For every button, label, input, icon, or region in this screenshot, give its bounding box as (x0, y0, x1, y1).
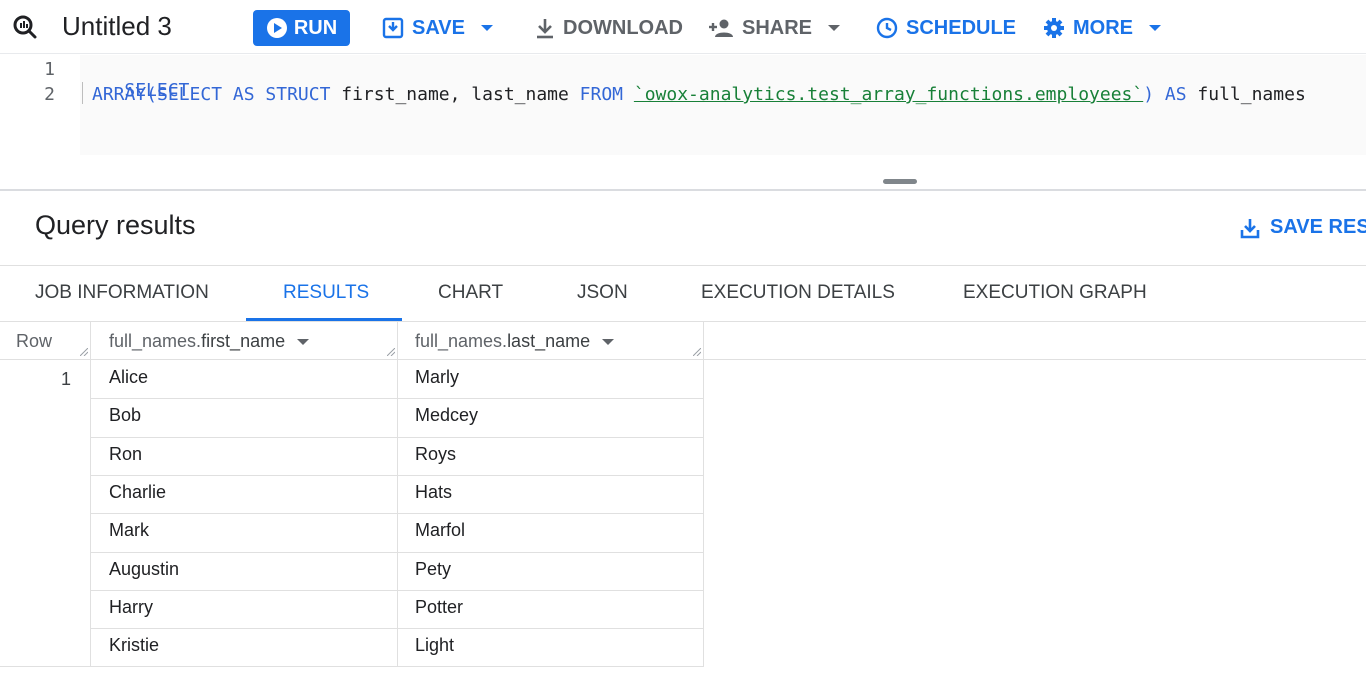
gear-icon (1044, 18, 1064, 38)
column-prefix: full_names. (109, 331, 202, 351)
column-prefix: full_names. (415, 331, 508, 351)
table-cell-last-name[interactable]: Pety (415, 559, 451, 580)
line-number: 1 (44, 59, 55, 80)
column-resize-grip-icon[interactable] (80, 348, 88, 356)
run-label: RUN (293, 16, 338, 39)
line-number-gutter: 1 2 (0, 55, 80, 190)
table-cell-last-name[interactable]: Potter (415, 597, 463, 618)
table-cell-last-name[interactable]: Marly (415, 367, 459, 388)
column-resize-grip-icon[interactable] (693, 348, 701, 356)
save-results-button[interactable]: SAVE RESU (1240, 216, 1366, 239)
chevron-down-icon (480, 25, 493, 31)
tab-json[interactable]: JSON (577, 282, 628, 304)
table-cell-first-name[interactable]: Charlie (109, 482, 166, 503)
resize-handle[interactable] (883, 179, 917, 184)
tab-job-information[interactable]: JOB INFORMATION (35, 282, 209, 304)
table-row-divider (91, 398, 703, 399)
more-button[interactable]: MORE (1043, 12, 1161, 44)
table-cell-first-name[interactable]: Augustin (109, 559, 179, 580)
play-icon (266, 18, 287, 38)
sql-text: first_name, last_name (330, 84, 580, 105)
sql-keyword: ARRAY(SELECT AS STRUCT (92, 84, 331, 105)
share-label: SHARE (742, 16, 813, 39)
table-row-divider (91, 475, 703, 476)
table-cell-first-name[interactable]: Kristie (109, 635, 159, 656)
indent-guide (82, 82, 83, 104)
download-label: DOWNLOAD (563, 16, 683, 39)
tab-execution-details[interactable]: EXECUTION DETAILS (701, 282, 895, 304)
table-cell-first-name[interactable]: Bob (109, 405, 141, 426)
schedule-button[interactable]: SCHEDULE (876, 12, 1016, 44)
table-cell-last-name[interactable]: Roys (415, 444, 456, 465)
chevron-down-icon (828, 25, 841, 31)
schedule-label: SCHEDULE (906, 16, 1017, 39)
save-label: SAVE (412, 16, 465, 39)
column-separator (397, 322, 398, 666)
table-row-divider (91, 628, 703, 629)
sql-editor[interactable]: 1 2 SELECT ARRAY(SELECT AS STRUCT first_… (0, 55, 1366, 190)
run-button[interactable]: RUN (253, 10, 350, 46)
save-results-icon (1240, 218, 1260, 238)
table-cell-last-name[interactable]: Medcey (415, 405, 478, 426)
query-title[interactable]: Untitled 3 (62, 9, 172, 43)
tab-chart[interactable]: CHART (438, 282, 503, 304)
column-header-last-name[interactable]: full_names.last_name (415, 331, 615, 352)
chevron-down-icon (1149, 25, 1161, 31)
table-cell-first-name[interactable]: Harry (109, 597, 153, 618)
save-results-label: SAVE RESU (1270, 216, 1366, 238)
table-row-divider (91, 590, 703, 591)
table-cell-last-name[interactable]: Hats (415, 482, 452, 503)
table-cell-first-name[interactable]: Ron (109, 444, 142, 465)
tab-execution-graph[interactable]: EXECUTION GRAPH (963, 282, 1147, 304)
table-cell-last-name[interactable]: Light (415, 635, 454, 656)
row-number: 1 (60, 369, 71, 389)
line-number: 2 (44, 84, 55, 105)
toolbar: Untitled 3 RUN SAVE DOWNLOAD SHARE SCHED… (0, 0, 1366, 54)
table-cell-first-name[interactable]: Alice (109, 367, 148, 388)
column-field: last_name (507, 331, 591, 351)
table-row-divider (91, 437, 703, 438)
share-button[interactable]: SHARE (708, 12, 841, 44)
table-cell-first-name[interactable]: Mark (109, 520, 149, 541)
column-field: first_name (201, 331, 286, 351)
column-separator (703, 322, 704, 666)
tab-results[interactable]: RESULTS (283, 282, 369, 304)
column-menu-arrow-icon[interactable] (297, 338, 310, 345)
column-header-first-name[interactable]: full_names.first_name (109, 331, 310, 352)
sql-keyword: ) AS (1143, 84, 1187, 105)
download-button[interactable]: DOWNLOAD (535, 12, 683, 44)
add-person-icon (709, 19, 733, 37)
table-row-number-cell: 1 (0, 360, 91, 666)
code-line-2[interactable]: ARRAY(SELECT AS STRUCT first_name, last_… (92, 84, 1306, 105)
code-area[interactable] (80, 55, 1366, 155)
sql-keyword: FROM (579, 84, 624, 105)
save-button[interactable]: SAVE (382, 12, 493, 44)
table-cell-last-name[interactable]: Marfol (415, 520, 465, 541)
column-resize-grip-icon[interactable] (387, 348, 395, 356)
results-title: Query results (35, 210, 196, 240)
table-reference-link[interactable]: `owox-analytics.test_array_functions.emp… (634, 84, 1143, 105)
grid-bottom-border (0, 666, 704, 667)
table-row-divider (91, 513, 703, 514)
editor-divider (0, 189, 1366, 191)
clock-icon (876, 17, 898, 39)
table-row-divider (91, 552, 703, 553)
row-column-header: Row (16, 331, 53, 351)
download-icon (537, 19, 553, 39)
column-menu-arrow-icon[interactable] (602, 338, 615, 345)
results-tabs: JOB INFORMATION RESULTS CHART JSON EXECU… (0, 266, 1366, 322)
more-label: MORE (1073, 16, 1133, 39)
save-icon (382, 17, 404, 39)
sql-text: full_names (1186, 84, 1306, 105)
query-icon (13, 15, 37, 39)
